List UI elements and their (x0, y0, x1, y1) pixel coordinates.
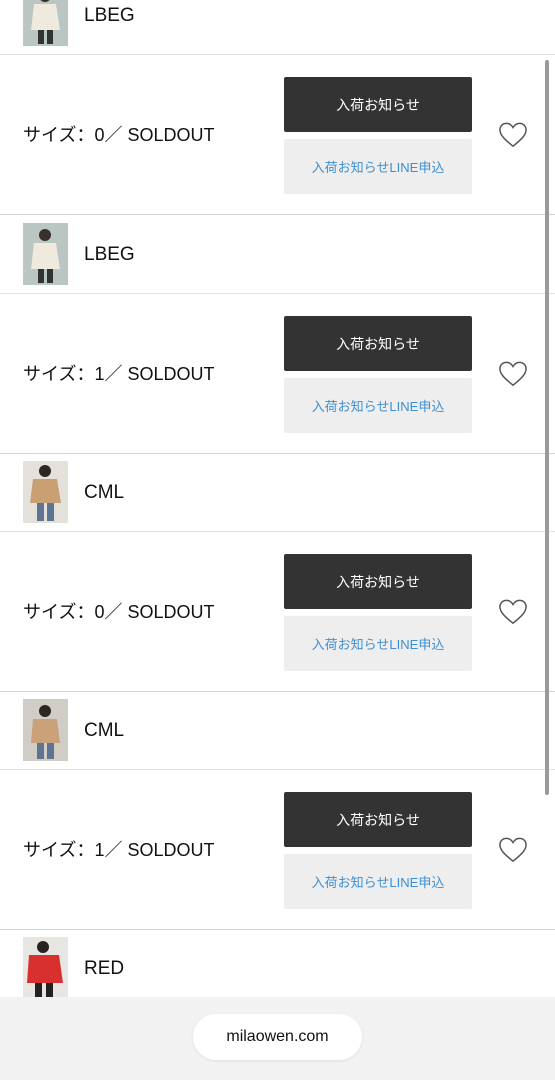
heart-outline-icon[interactable] (498, 121, 528, 149)
color-name: LBEG (84, 244, 135, 265)
color-name: CML (84, 720, 125, 741)
size-status-label: サイズ：0／ SOLDOUT (23, 125, 215, 145)
size-status-label: サイズ：1／ SOLDOUT (23, 364, 215, 384)
size-row: サイズ：1／ SOLDOUT 入荷お知らせ 入荷お知らせLINE申込 (0, 294, 555, 454)
product-thumbnail-lbeg (23, 0, 68, 46)
heart-outline-icon[interactable] (498, 360, 528, 388)
restock-notify-button[interactable]: 入荷お知らせ (284, 316, 472, 371)
product-thumbnail-red (23, 937, 68, 999)
heart-outline-icon[interactable] (498, 836, 528, 864)
browser-bottom-bar: milaowen.com (0, 997, 555, 1080)
product-thumbnail-cml (23, 699, 68, 761)
color-name: CML (84, 482, 125, 503)
color-row-lbeg: LBEG (0, 216, 555, 294)
product-thumbnail-lbeg (23, 223, 68, 285)
restock-notify-button[interactable]: 入荷お知らせ (284, 792, 472, 847)
restock-notify-button[interactable]: 入荷お知らせ (284, 77, 472, 132)
color-row-cml: CML (0, 692, 555, 770)
line-restock-signup-button[interactable]: 入荷お知らせLINE申込 (284, 139, 472, 194)
heart-outline-icon[interactable] (498, 598, 528, 626)
scrollbar[interactable] (545, 60, 549, 795)
size-row: サイズ：1／ SOLDOUT 入荷お知らせ 入荷お知らせLINE申込 (0, 770, 555, 930)
size-status-label: サイズ：1／ SOLDOUT (23, 840, 215, 860)
line-restock-signup-button[interactable]: 入荷お知らせLINE申込 (284, 854, 472, 909)
line-restock-signup-button[interactable]: 入荷お知らせLINE申込 (284, 616, 472, 671)
restock-notify-button[interactable]: 入荷お知らせ (284, 554, 472, 609)
product-thumbnail-cml (23, 461, 68, 523)
line-restock-signup-button[interactable]: 入荷お知らせLINE申込 (284, 378, 472, 433)
color-name: LBEG (84, 5, 135, 26)
size-row: サイズ：0／ SOLDOUT 入荷お知らせ 入荷お知らせLINE申込 (0, 532, 555, 692)
address-bar[interactable]: milaowen.com (193, 1014, 362, 1060)
color-row-lbeg: LBEG (0, 0, 555, 55)
size-row: サイズ：0／ SOLDOUT 入荷お知らせ 入荷お知らせLINE申込 (0, 55, 555, 215)
size-status-label: サイズ：0／ SOLDOUT (23, 602, 215, 622)
color-row-cml: CML (0, 454, 555, 532)
